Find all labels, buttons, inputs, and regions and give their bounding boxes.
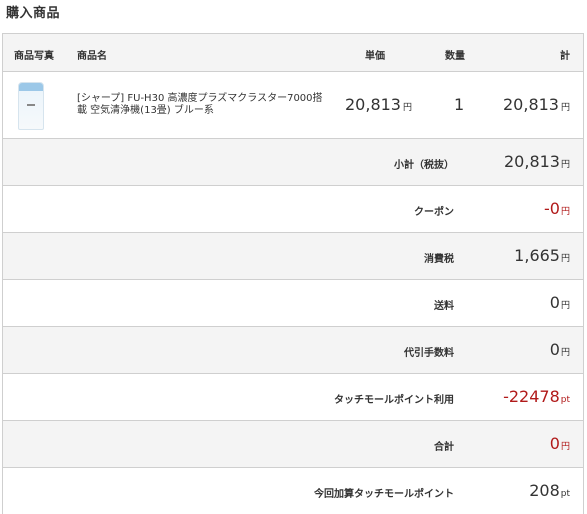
header-name: 商品名 [77,51,107,62]
section-title: 購入商品 [6,6,61,21]
air-purifier-image[interactable] [18,82,44,130]
summary-value: -0円 [544,199,570,218]
line-total-currency: 円 [560,103,570,113]
summary-value: 1,665円 [514,246,570,265]
header-quantity: 数量 [445,51,465,62]
summary-value: 0円 [549,293,570,312]
summary-value: 0円 [549,340,570,359]
summary-row-shipping: 送料 0円 [3,280,583,327]
header-total: 計 [560,51,570,62]
summary-row-subtotal: 小計（税抜） 20,813円 [3,139,583,186]
summary-row-cod-fee: 代引手数料 0円 [3,327,583,374]
summary-row-points-used: タッチモールポイント利用 -22478pt [3,374,583,421]
header-photo: 商品写真 [14,51,54,62]
purchased-items-section: 購入商品 商品写真 商品名 単価 数量 計 [シャープ] FU-H30 高濃度プ… [0,0,587,514]
line-total-value: 20,813 [503,95,559,114]
purchase-table: 商品写真 商品名 単価 数量 計 [シャープ] FU-H30 高濃度プラズマクラ… [2,33,584,514]
product-name[interactable]: [シャープ] FU-H30 高濃度プラズマクラスター7000搭載 空気清浄機(1… [77,93,327,117]
summary-label: タッチモールポイント利用 [334,395,454,406]
summary-value: 208pt [529,481,570,500]
summary-row-tax: 消費税 1,665円 [3,233,583,280]
summary-label: クーポン [414,207,454,218]
unit-price-value: 20,813 [345,95,401,114]
table-header: 商品写真 商品名 単価 数量 計 [3,34,583,72]
summary-label: 代引手数料 [404,348,454,359]
summary-label: 送料 [434,301,454,312]
summary-label: 合計 [434,442,454,453]
table-row: [シャープ] FU-H30 高濃度プラズマクラスター7000搭載 空気清浄機(1… [3,72,583,139]
summary-label: 消費税 [424,254,454,265]
summary-value: 0円 [549,434,570,453]
summary-value: -22478pt [503,387,570,406]
line-total: 20,813 円 [503,95,570,114]
quantity-value: 1 [454,95,465,114]
summary-row-points-earned: 今回加算タッチモールポイント 208pt [3,468,583,514]
summary-value: 20,813円 [504,152,570,171]
summary-row-coupon: クーポン -0円 [3,186,583,233]
unit-price: 20,813 円 [345,95,412,114]
summary-row-total: 合計 0円 [3,421,583,468]
header-unit-price: 単価 [365,51,385,62]
unit-price-currency: 円 [402,103,412,113]
summary-label: 小計（税抜） [394,160,454,171]
summary-label: 今回加算タッチモールポイント [314,489,454,500]
